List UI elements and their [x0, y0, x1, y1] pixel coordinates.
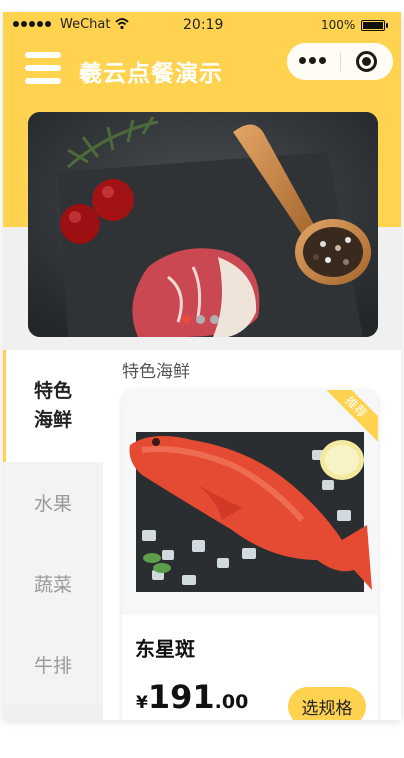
status-bar: WeChat 20:19 100% — [3, 12, 401, 38]
phone-screen: WeChat 20:19 100% 羲云点餐演示 特色 海鲜 水果 蔬菜 牛排 … — [3, 12, 401, 720]
wifi-icon — [115, 18, 129, 30]
sidebar-item-label: 特色 海鲜 — [33, 380, 72, 431]
signal-icon — [13, 21, 51, 27]
carousel-dot[interactable] — [196, 315, 205, 324]
menu-content: 特色海鲜 推荐 东星斑 ¥191.00 选规格 — [103, 350, 401, 720]
category-sidebar: 特色 海鲜 水果 蔬菜 牛排 — [3, 350, 103, 720]
sidebar-item-seafood[interactable]: 特色 海鲜 — [3, 350, 103, 462]
fish-photo — [129, 432, 372, 592]
menu-icon[interactable] — [25, 52, 61, 84]
dish-price: ¥191.00 — [136, 678, 248, 716]
price-decimal: .00 — [214, 691, 249, 713]
more-icon[interactable] — [299, 57, 326, 64]
sidebar-item-vegetables[interactable]: 蔬菜 — [3, 543, 103, 624]
carousel-indicator — [182, 315, 219, 324]
mini-program-capsule — [287, 43, 393, 80]
section-title: 特色海鲜 — [122, 362, 190, 382]
sidebar-item-label: 牛排 — [33, 655, 72, 677]
dish-card[interactable]: 推荐 东星斑 ¥191.00 选规格 — [122, 390, 378, 720]
banner-carousel[interactable] — [28, 112, 378, 337]
close-capsule-icon[interactable] — [356, 51, 377, 72]
price-currency: ¥ — [136, 693, 148, 713]
carrier-label: WeChat — [60, 17, 111, 32]
sidebar-item-fruit[interactable]: 水果 — [3, 462, 103, 543]
capsule-divider — [340, 53, 341, 71]
status-time: 20:19 — [183, 17, 224, 33]
sidebar-item-label: 水果 — [33, 493, 72, 515]
dish-image: 推荐 — [122, 390, 378, 615]
dish-name: 东星斑 — [135, 637, 195, 661]
carousel-dot[interactable] — [210, 315, 219, 324]
select-spec-button[interactable]: 选规格 — [288, 687, 366, 720]
price-integer: 191 — [147, 678, 215, 716]
battery-percent: 100% — [321, 18, 356, 32]
battery-icon — [361, 20, 388, 31]
sidebar-item-steak[interactable]: 牛排 — [3, 624, 103, 705]
sidebar-item-label: 蔬菜 — [33, 574, 72, 596]
app-title: 羲云点餐演示 — [79, 61, 223, 87]
carousel-dot-active[interactable] — [182, 315, 191, 324]
steak-photo — [28, 112, 378, 337]
